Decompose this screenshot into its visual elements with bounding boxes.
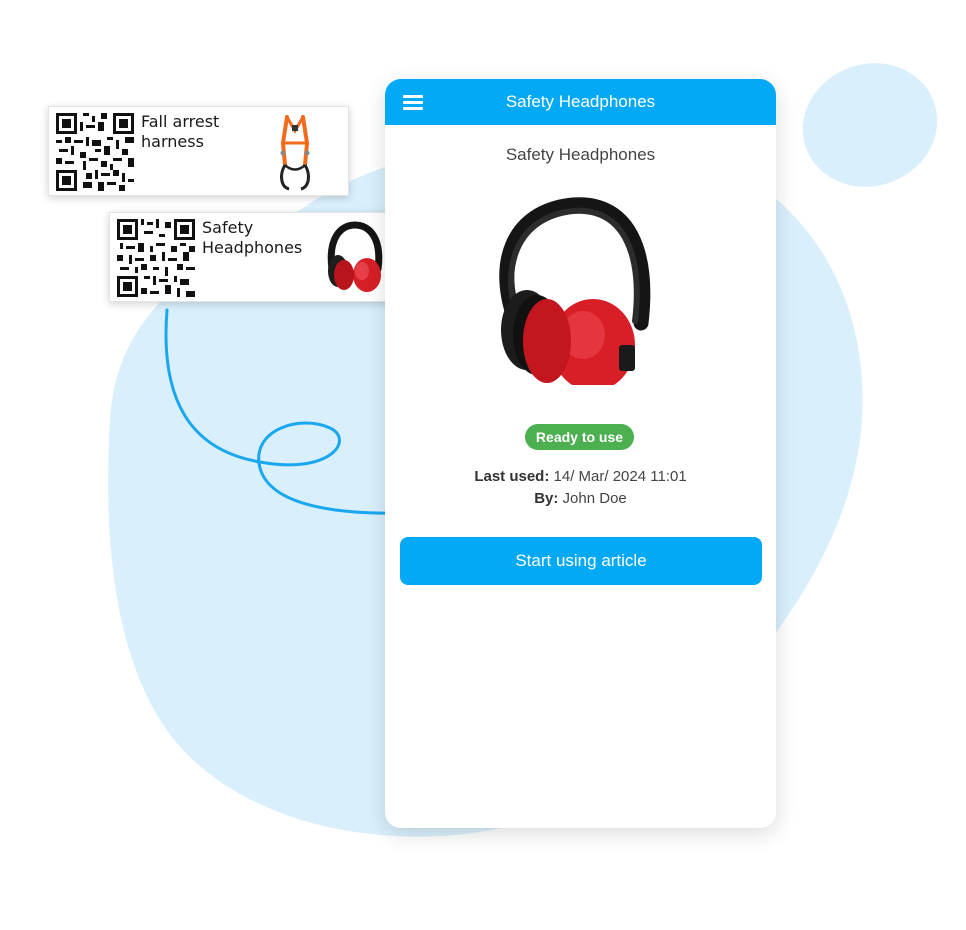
qr-code-icon <box>56 113 134 191</box>
last-used-line: Last used: 14/ Mar/ 2024 11:01 <box>385 468 776 485</box>
qr-label-harness: Fall arrest harness <box>48 106 349 196</box>
used-by-line: By: John Doe <box>385 490 776 507</box>
safety-earmuffs-image <box>499 197 651 385</box>
label-name: Safety Headphones <box>202 218 303 257</box>
earmuffs-image <box>327 221 383 292</box>
qr-label-headphones: Safety Headphones <box>109 212 410 302</box>
phone-screen: Safety Headphones Safety Headphones Read… <box>385 79 776 828</box>
start-using-article-button[interactable]: Start using article <box>400 537 762 585</box>
app-bar: Safety Headphones <box>385 79 776 125</box>
qr-code-icon <box>117 219 195 297</box>
last-used-label: Last used: <box>474 468 550 485</box>
article-title: Safety Headphones <box>505 145 656 164</box>
app-bar-title: Safety Headphones <box>505 92 656 111</box>
harness-image <box>280 115 310 191</box>
used-by-value: John Doe <box>558 490 627 507</box>
label-name: Fall arrest harness <box>141 112 220 151</box>
last-used-value: 14/ Mar/ 2024 11:01 <box>549 468 687 485</box>
small-blob <box>802 63 938 187</box>
status-badge: Ready to use <box>525 424 634 450</box>
hamburger-menu-icon[interactable] <box>399 90 427 114</box>
used-by-label: By: <box>534 490 559 507</box>
